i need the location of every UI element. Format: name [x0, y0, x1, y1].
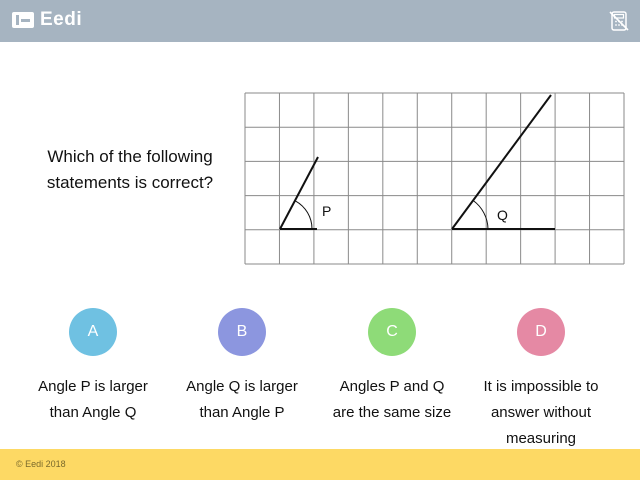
option-a-circle[interactable]: A [69, 308, 117, 356]
option-d-text: It is impossible to answer without measu… [483, 378, 599, 447]
option-d[interactable]: D It is impossible to answer without mea… [476, 308, 606, 452]
option-c[interactable]: C Angles P and Q are the same size [327, 308, 457, 426]
option-c-letter: C [386, 323, 398, 340]
angle-p-label: P [322, 203, 331, 219]
option-b-text: Angle Q is larger than Angle P [186, 378, 298, 421]
option-d-circle[interactable]: D [517, 308, 565, 356]
option-b[interactable]: B Angle Q is larger than Angle P [177, 308, 307, 426]
copyright-text: © Eedi 2018 [16, 459, 66, 469]
option-b-circle[interactable]: B [218, 308, 266, 356]
option-a-text: Angle P is larger than Angle Q [38, 378, 148, 421]
option-d-letter: D [535, 323, 547, 340]
angle-diagram: P Q [244, 92, 625, 265]
bottom-bar: © Eedi 2018 [0, 449, 640, 480]
angle-p: P [279, 156, 331, 230]
option-c-text: Angles P and Q are the same size [332, 378, 452, 421]
angle-q-label: Q [497, 207, 508, 223]
option-a-letter: A [87, 323, 99, 340]
angle-q: Q [451, 94, 555, 230]
option-c-circle[interactable]: C [368, 308, 416, 356]
option-b-letter: B [236, 323, 248, 340]
option-a[interactable]: A Angle P is larger than Angle Q [28, 308, 158, 426]
square-grid [244, 92, 625, 265]
